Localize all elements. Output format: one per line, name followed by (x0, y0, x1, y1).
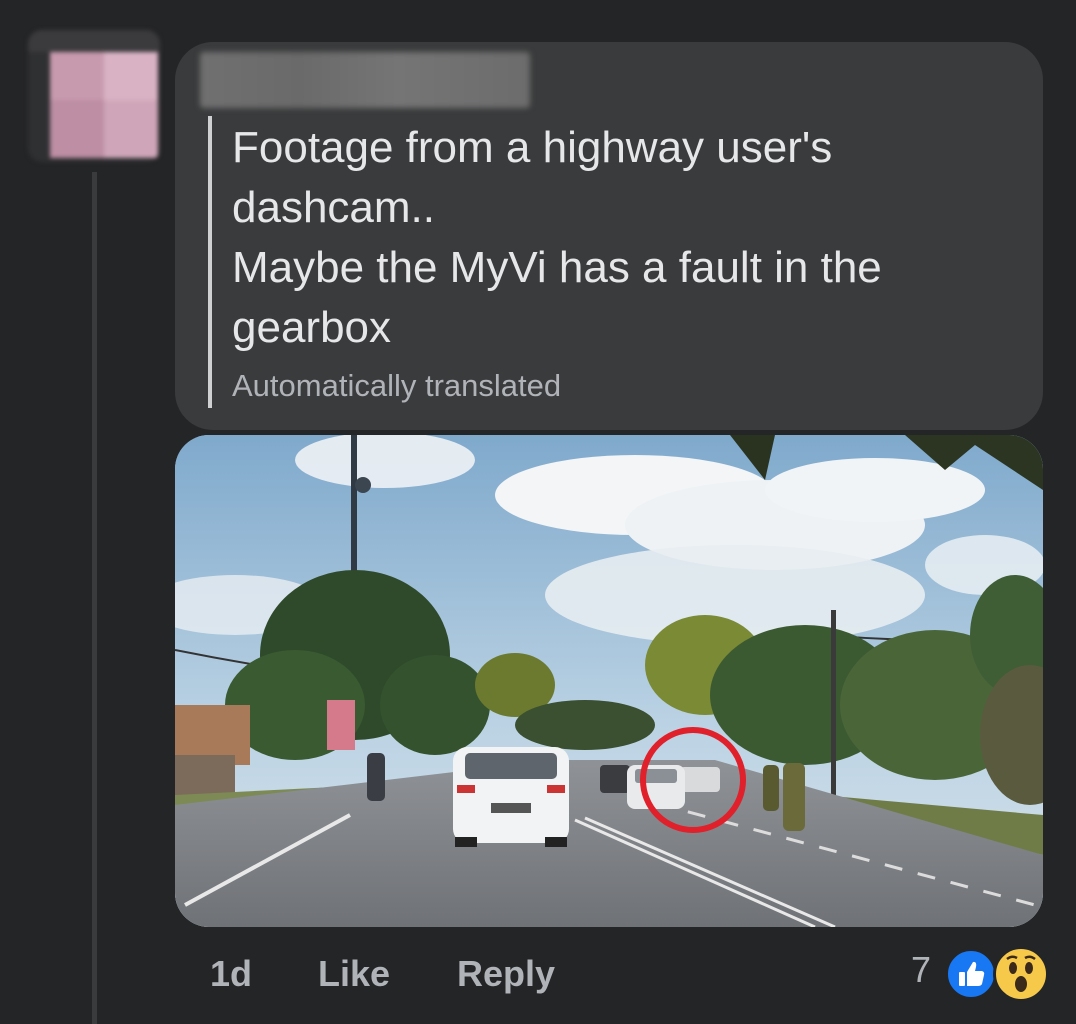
thread-line (92, 172, 97, 1024)
comment-thread: Footage from a highway user's dashcam.. … (0, 0, 1076, 1024)
wow-icon (993, 946, 1049, 1002)
reply-button[interactable]: Reply (457, 946, 555, 1002)
translation-note[interactable]: Automatically translated (232, 366, 561, 406)
comment-photo[interactable] (175, 435, 1043, 927)
like-icon (945, 948, 997, 1000)
reaction-count: 7 (911, 949, 932, 990)
comment-text: Footage from a highway user's dashcam.. … (232, 123, 882, 352)
dashcam-image (175, 435, 1043, 927)
author-name-redacted[interactable] (200, 52, 530, 108)
avatar[interactable] (28, 30, 160, 162)
timestamp[interactable]: 1d (210, 946, 252, 1002)
translation-quote-bar (208, 116, 212, 408)
like-button[interactable]: Like (318, 946, 390, 1002)
